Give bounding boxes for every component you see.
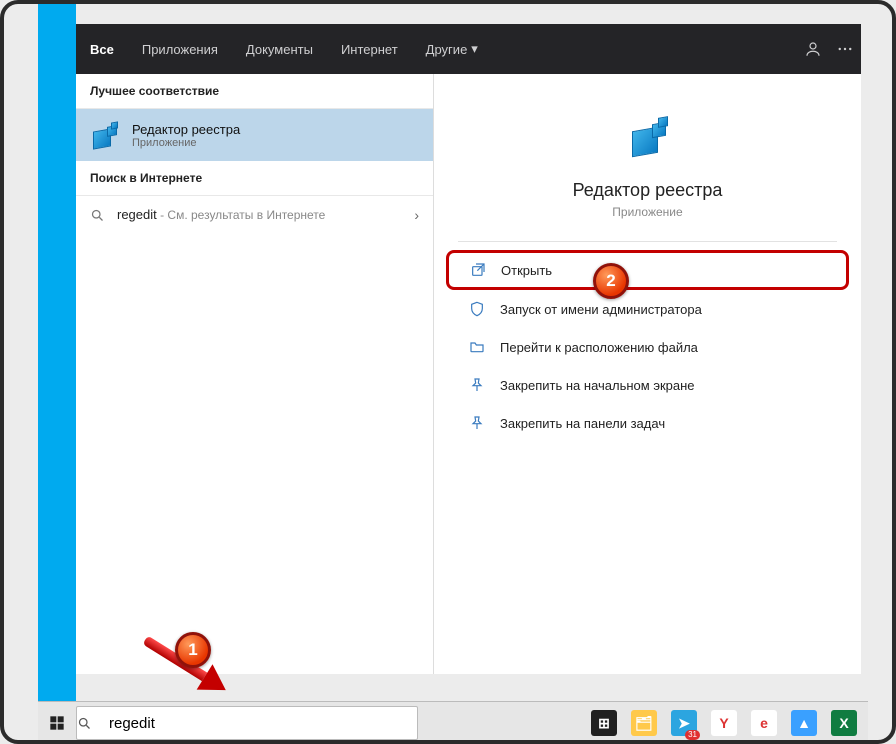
web-query: regedit [117,207,157,222]
shield-icon [468,300,486,318]
action-pin-taskbar[interactable]: Закрепить на панели задач [446,404,849,442]
tab-all[interactable]: Все [76,24,128,74]
account-icon[interactable] [797,24,829,74]
action-pin-taskbar-label: Закрепить на панели задач [500,416,665,431]
best-match-item[interactable]: Редактор реестра Приложение [76,109,433,161]
search-filter-tabs: Все Приложения Документы Интернет Другие… [76,24,861,74]
yandex-icon[interactable]: Y [704,702,744,744]
annotation-step-1: 1 [175,632,211,668]
search-icon [90,208,105,223]
more-icon[interactable] [829,24,861,74]
pin-icon [468,414,486,432]
open-icon [469,261,487,279]
tab-documents[interactable]: Документы [232,24,327,74]
preview-title: Редактор реестра [434,180,861,201]
action-open-location-label: Перейти к расположению файла [500,340,698,355]
excel-icon[interactable]: X [824,702,864,744]
search-results-pane: Лучшее соответствие Редактор реестра При… [76,74,861,674]
best-match-title: Редактор реестра [132,122,240,137]
tab-more[interactable]: Другие ▾ [412,24,492,74]
search-input[interactable] [107,714,401,733]
action-open[interactable]: Открыть [446,250,849,290]
microsoft-store-icon[interactable]: ⊞ [584,702,624,744]
folder-icon [468,338,486,356]
chevron-down-icon: ▾ [471,41,478,57]
photos-icon[interactable]: ▲ [784,702,824,744]
taskbar: ⊞🗂➤31Ye▲X [38,701,868,744]
search-icon [77,716,107,731]
accent-strip [38,0,76,702]
divider [458,241,837,242]
action-open-location[interactable]: Перейти к расположению файла [446,328,849,366]
edge-icon[interactable]: e [744,702,784,744]
annotation-step-2: 2 [593,263,629,299]
taskbar-apps: ⊞🗂➤31Ye▲X [584,702,868,744]
action-pin-start-label: Закрепить на начальном экране [500,378,695,393]
pin-icon [468,376,486,394]
file-explorer-icon[interactable]: 🗂 [624,702,664,744]
telegram-icon[interactable]: ➤31 [664,702,704,744]
action-run-admin-label: Запуск от имени администратора [500,302,702,317]
taskbar-search-box[interactable] [76,706,418,740]
action-open-label: Открыть [501,263,552,278]
tab-apps[interactable]: Приложения [128,24,232,74]
chevron-right-icon: › [414,207,419,223]
section-web: Поиск в Интернете [76,161,433,196]
regedit-app-icon [619,108,677,166]
regedit-app-icon [90,121,118,149]
web-search-item[interactable]: regedit - См. результаты в Интернете › [76,196,433,234]
section-best-match: Лучшее соответствие [76,74,433,109]
preview-subtitle: Приложение [434,205,861,219]
result-preview: Редактор реестра Приложение Открыть Запу… [434,74,861,674]
action-run-admin[interactable]: Запуск от имени администратора [446,290,849,328]
results-list: Лучшее соответствие Редактор реестра При… [76,74,434,674]
tab-more-label: Другие [426,42,468,57]
action-pin-start[interactable]: Закрепить на начальном экране [446,366,849,404]
web-query-suffix: - См. результаты в Интернете [157,208,326,222]
tab-internet[interactable]: Интернет [327,24,412,74]
best-match-subtitle: Приложение [132,137,240,149]
start-button[interactable] [38,702,76,744]
